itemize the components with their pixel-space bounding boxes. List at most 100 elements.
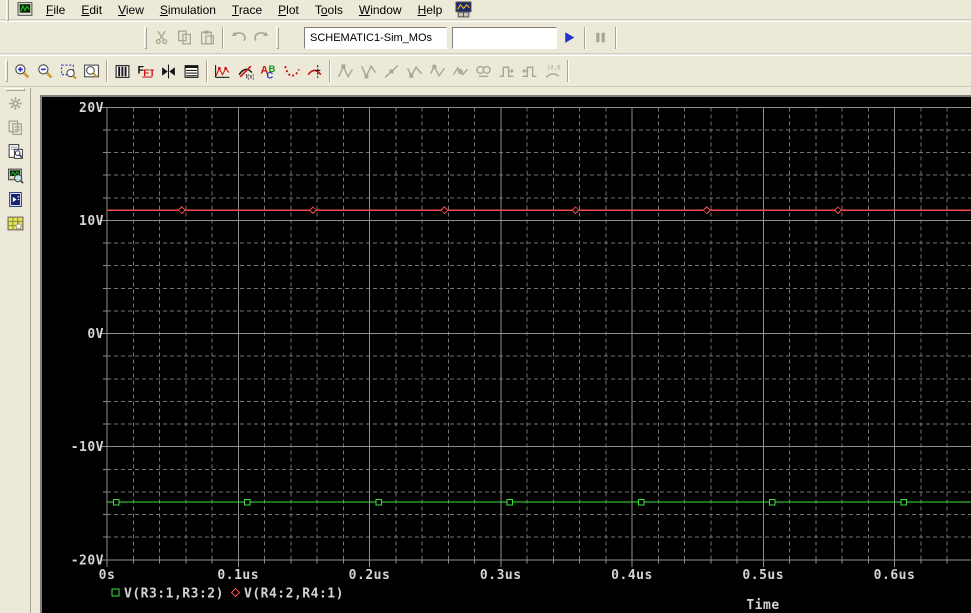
sim-queue-icon bbox=[8, 97, 22, 110]
svg-text:f(x): f(x) bbox=[246, 73, 255, 80]
menu-file[interactable]: File bbox=[38, 1, 73, 19]
svg-text:V(R4:2,R4:1): V(R4:2,R4:1) bbox=[244, 587, 344, 602]
zoom-fit-button[interactable] bbox=[80, 59, 103, 83]
mark-points-icon bbox=[284, 65, 300, 77]
svg-text:0V: 0V bbox=[87, 327, 104, 342]
cursor-peak-button bbox=[334, 59, 357, 83]
cursor-search-icon bbox=[476, 65, 491, 77]
menubar-grip[interactable] bbox=[6, 0, 9, 21]
fft-button[interactable]: F FT bbox=[134, 59, 157, 83]
cursor-peak-icon bbox=[337, 63, 354, 78]
menu-window[interactable]: Window bbox=[351, 1, 410, 19]
view-schematic-button[interactable] bbox=[3, 212, 28, 235]
fft-icon: F FT bbox=[138, 64, 154, 78]
zoom-area-button[interactable] bbox=[57, 59, 80, 83]
zoom-out-icon bbox=[38, 63, 53, 78]
toolbar-separator bbox=[222, 26, 224, 49]
copy-icon bbox=[178, 30, 191, 45]
menu-simulation[interactable]: Simulation bbox=[152, 1, 224, 19]
zoom-out-button[interactable] bbox=[34, 59, 57, 83]
alternate-display-button[interactable] bbox=[157, 59, 180, 83]
play-icon bbox=[565, 32, 575, 43]
menu-trace[interactable]: Trace bbox=[224, 1, 270, 19]
cursor-coordinates-button: (0,0) bbox=[541, 59, 564, 83]
cursor-next-transition-icon bbox=[499, 66, 514, 77]
menu-plot[interactable]: Plot bbox=[270, 1, 307, 19]
copy-button bbox=[173, 26, 196, 50]
menu-view[interactable]: View bbox=[110, 1, 152, 19]
toggle-cursor-button[interactable] bbox=[303, 59, 326, 83]
pspice-document-icon[interactable] bbox=[16, 1, 34, 18]
output-list-icon bbox=[184, 64, 199, 78]
menu-bar: File Edit View Simulation Trace Plot Tools Wind… bbox=[0, 0, 971, 21]
view-output-list-button[interactable] bbox=[180, 59, 203, 83]
view-circuit-file-button[interactable] bbox=[3, 164, 28, 187]
svg-text:C: C bbox=[266, 70, 273, 80]
cursor-max-button bbox=[426, 59, 449, 83]
redo-icon bbox=[254, 31, 269, 42]
simulation-profile-icon[interactable] bbox=[454, 1, 472, 18]
waveform-plot-window: 0s 0.1us 0.2us 0.3us 0.4us 0.5us 0.6us 20V 10V 0V… bbox=[40, 95, 971, 613]
cursor-trough-icon bbox=[360, 64, 376, 78]
zoom-fit-icon bbox=[84, 64, 99, 78]
cursor-search-button bbox=[472, 59, 495, 83]
zoom-in-icon bbox=[15, 63, 30, 78]
cursor-point-button bbox=[449, 59, 472, 83]
run-button[interactable] bbox=[558, 26, 581, 50]
toolbar-grip[interactable] bbox=[5, 88, 25, 91]
zoom-in-button[interactable] bbox=[11, 59, 34, 83]
svg-text:V(R3:1,R3:2): V(R3:1,R3:2) bbox=[124, 587, 224, 602]
menu-edit[interactable]: Edit bbox=[73, 1, 110, 19]
toolbar-grip[interactable] bbox=[5, 60, 8, 82]
standard-toolbar bbox=[0, 21, 971, 54]
zoom-area-icon bbox=[61, 64, 77, 79]
svg-text:0.3us: 0.3us bbox=[480, 568, 522, 583]
toolbar-separator bbox=[329, 60, 331, 82]
toolbar-separator bbox=[584, 26, 586, 49]
menu-help[interactable]: Help bbox=[410, 1, 451, 19]
toolbar-separator bbox=[615, 26, 617, 49]
evaluate-measurement-button[interactable]: f(x) bbox=[234, 59, 257, 83]
view-circuit-file-icon bbox=[7, 168, 24, 184]
cursor-next-transition-button bbox=[495, 59, 518, 83]
plot-bars-icon bbox=[115, 64, 130, 78]
alternate-display-icon bbox=[162, 64, 175, 78]
label-button[interactable]: ABC bbox=[257, 59, 280, 83]
view-schematic-icon bbox=[7, 216, 23, 231]
svg-text:10V: 10V bbox=[79, 214, 104, 229]
view-simulation-results-button[interactable] bbox=[3, 188, 28, 211]
svg-text:0s: 0s bbox=[99, 568, 116, 583]
toolbar-grip[interactable] bbox=[144, 26, 147, 49]
mark-data-points-button[interactable] bbox=[280, 59, 303, 83]
paste-button bbox=[196, 26, 219, 50]
cursor-toggle-icon bbox=[307, 64, 322, 78]
menu-tools[interactable]: Tools bbox=[307, 1, 351, 19]
simulation-status-field[interactable] bbox=[452, 27, 557, 49]
plot-toolbar: FFT f(x) ABC (0,0) bbox=[0, 55, 971, 87]
cursor-prev-transition-icon bbox=[522, 66, 537, 77]
toolbar-separator bbox=[106, 60, 108, 82]
simulation-messages-button bbox=[3, 116, 28, 139]
view-output-file-icon bbox=[8, 144, 23, 159]
simulation-sidebar bbox=[0, 88, 31, 613]
simulation-queue-button bbox=[3, 92, 28, 115]
cursor-coordinates-icon: (0,0) bbox=[545, 65, 561, 78]
svg-text:0.6us: 0.6us bbox=[874, 568, 916, 583]
cursor-trough-button bbox=[357, 59, 380, 83]
pause-button bbox=[589, 26, 612, 50]
svg-text:20V: 20V bbox=[79, 101, 104, 116]
waveform-chart[interactable]: 0s 0.1us 0.2us 0.3us 0.4us 0.5us 0.6us 20V 10V 0V… bbox=[42, 97, 971, 613]
toolbar-grip[interactable] bbox=[276, 26, 279, 49]
undo-icon bbox=[231, 31, 246, 42]
menu-items: File Edit View Simulation Trace Plot Tools Wind… bbox=[38, 1, 450, 19]
simulation-profile-combo[interactable] bbox=[304, 27, 447, 49]
add-trace-button[interactable] bbox=[211, 59, 234, 83]
plot-window-button[interactable] bbox=[111, 59, 134, 83]
svg-text:0.5us: 0.5us bbox=[742, 568, 784, 583]
add-trace-icon bbox=[215, 64, 230, 78]
svg-text:0.1us: 0.1us bbox=[217, 568, 259, 583]
svg-text:(0,0): (0,0) bbox=[547, 65, 561, 71]
svg-text:Time: Time bbox=[746, 598, 779, 613]
view-sim-results-icon bbox=[8, 192, 22, 207]
view-output-file-button[interactable] bbox=[3, 140, 28, 163]
